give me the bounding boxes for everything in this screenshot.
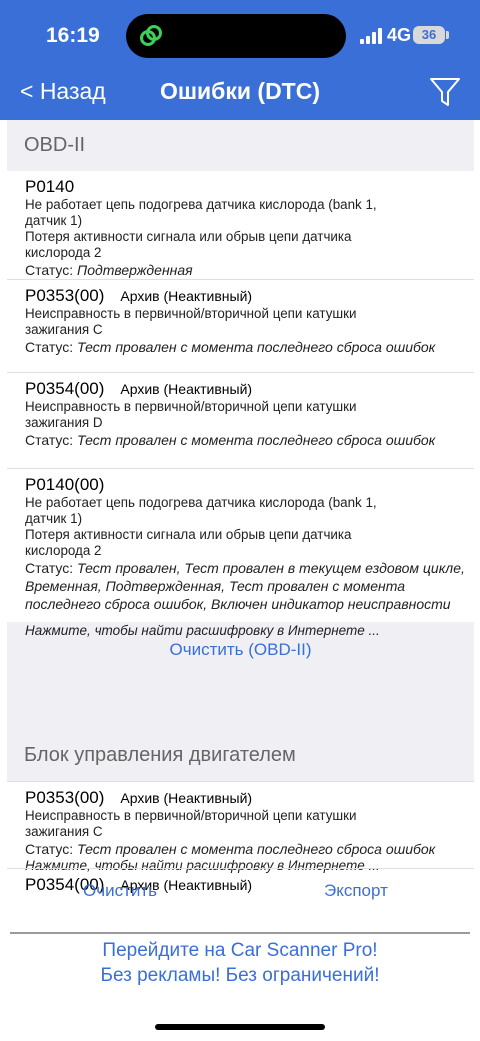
dtc-item[interactable]: P0140 Не работает цепь подогрева датчика… [7,171,474,280]
dtc-code: P0140(00) [25,475,105,494]
filter-icon[interactable] [428,76,462,108]
dtc-status: Статус: Тест провален, Тест провален в т… [25,559,466,613]
status-label: Статус: [25,339,74,355]
dtc-item[interactable]: P0354(00) Архив (Неактивный) Неисправнос… [7,373,474,469]
status-value: Тест провален с момента последнего сброс… [77,841,436,857]
status-label: Статус: [25,262,74,278]
dtc-status: Статус: Тест провален с момента последне… [25,431,466,449]
status-time: 16:19 [46,24,100,47]
divider [10,932,470,934]
dtc-description: датчик 1) [25,213,83,228]
dtc-item[interactable]: P0140(00) Не работает цепь подогрева дат… [7,469,474,622]
promo-line-2[interactable]: Без рекламы! Без ограничений! [0,965,480,987]
dtc-description: Неисправность в первичной/вторичной цепи… [25,399,357,414]
dtc-code: P0140 [25,177,75,196]
dtc-description: Не работает цепь подогрева датчика кисло… [25,197,377,212]
clear-block: Очистить (OBD-II) [7,640,474,736]
dtc-item[interactable]: P0353(00) Архив (Неактивный) Неисправнос… [7,280,474,373]
dtc-code: P0354(00) [25,379,105,398]
status-value: Тест провален, Тест провален в текущем е… [25,560,465,612]
signal-icon [360,28,382,44]
dtc-description: зажигания D [25,415,103,430]
archive-badge: Архив (Неактивный) [120,381,253,397]
dtc-description: Не работает цепь подогрева датчика кисло… [25,495,377,510]
dtc-list: OBD-II P0140 Не работает цепь подогрева … [7,120,474,900]
back-button[interactable]: < Назад [20,78,106,105]
clear-obd2-button[interactable]: Очистить (OBD-II) [7,640,474,660]
home-indicator [155,1024,325,1030]
dtc-description: кислорода 2 [25,245,102,260]
dtc-description: кислорода 2 [25,543,102,558]
dtc-code: P0353(00) [25,286,105,305]
dtc-description: Неисправность в первичной/вторичной цепи… [25,808,357,823]
ecu-list: P0353(00) Архив (Неактивный) Неисправнос… [7,782,474,900]
search-hint[interactable]: Нажмите, чтобы найти расшифровку в Интер… [7,622,474,640]
dtc-item[interactable]: P0354(00) Архив (Неактивный) [7,868,474,897]
status-value: Подтвержденная [77,262,193,278]
section-header-ecu: Блок управления двигателем [7,736,474,782]
dtc-code: P0353(00) [25,788,105,807]
status-value: Тест провален с момента последнего сброс… [77,339,436,355]
dtc-status: Статус: Тест провален с момента последне… [25,338,466,356]
archive-badge: Архив (Неактивный) [120,288,253,304]
dtc-description: зажигания C [25,824,103,839]
status-label: Статус: [25,432,74,448]
dtc-description: зажигания C [25,322,103,337]
dtc-status: Статус: Подтвержденная [25,261,466,279]
top-bar: 16:19 4G 36 < Назад Ошибки (DTC) [0,0,480,120]
promo-line-1[interactable]: Перейдите на Car Scanner Pro! [0,940,480,962]
dynamic-island [126,14,346,58]
status-label: Статус: [25,560,74,576]
dtc-description: датчик 1) [25,511,83,526]
dtc-description: Потеря активности сигнала или обрыв цепи… [25,229,352,244]
dtc-description: Неисправность в первичной/вторичной цепи… [25,306,357,321]
battery-tip [446,31,449,39]
clear-button[interactable]: Очистить [83,881,157,901]
network-type: 4G [387,25,412,45]
section-header-obd2: OBD-II [7,120,474,171]
status-label: Статус: [25,841,74,857]
export-button[interactable]: Экспорт [324,881,388,901]
link-icon [140,25,162,46]
dtc-status: Статус: Тест провален с момента последне… [25,840,466,858]
status-value: Тест провален с момента последнего сброс… [77,432,436,448]
dtc-description: Потеря активности сигнала или обрыв цепи… [25,527,352,542]
battery-icon: 36 [413,26,445,44]
archive-badge: Архив (Неактивный) [120,790,253,806]
